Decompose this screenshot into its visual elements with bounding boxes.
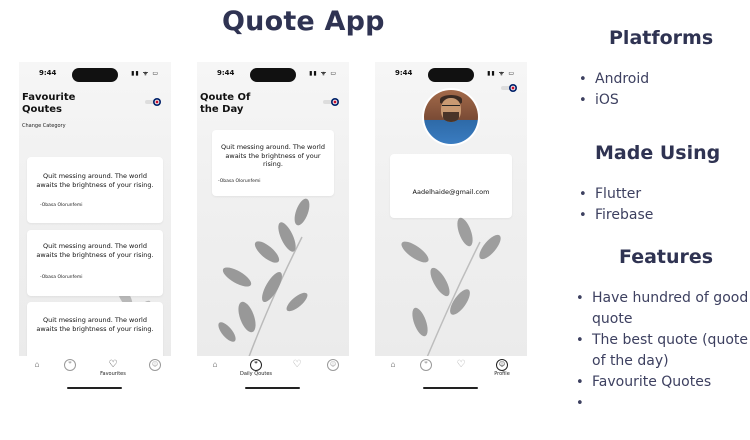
- status-time: 9:44: [395, 69, 413, 77]
- profile-icon[interactable]: ☺: [496, 359, 508, 371]
- quote-card[interactable]: Quit messing around. The world awaits th…: [27, 157, 163, 223]
- flag-icon: [331, 98, 339, 106]
- heart-icon[interactable]: ♡: [107, 359, 119, 371]
- dynamic-island: [428, 68, 474, 82]
- list-item: Android: [577, 69, 649, 90]
- plant-illustration: [218, 198, 310, 356]
- status-icons: ▮▮ ᯤ ▭: [487, 70, 515, 77]
- language-toggle[interactable]: [323, 98, 341, 106]
- status-bar: 9:44 ▮▮ ᯤ ▭: [197, 68, 349, 82]
- quote-icon[interactable]: ❞: [64, 359, 76, 371]
- heart-icon[interactable]: ♡: [455, 359, 467, 371]
- platforms-list: Android iOS: [577, 69, 649, 111]
- quote-of-day-card[interactable]: Quit messing around. The world awaits th…: [212, 130, 334, 196]
- change-category-link[interactable]: Change Category: [22, 123, 66, 129]
- quote-card[interactable]: Quit messing around. The world awaits th…: [27, 230, 163, 296]
- tab-label-favourites: Favourites: [100, 371, 126, 377]
- features-list: Have hundred of good quote The best quot…: [574, 288, 750, 414]
- heart-icon[interactable]: ♡: [291, 359, 303, 371]
- page-title: Qoute Of the Day: [200, 92, 250, 116]
- list-item: Favourite Quotes: [574, 372, 750, 393]
- quote-text: Quit messing around. The world awaits th…: [36, 316, 154, 333]
- quote-author: -Obasa Olorunfemi: [40, 203, 83, 208]
- home-indicator: [423, 387, 478, 389]
- home-indicator: [245, 387, 300, 389]
- status-bar: 9:44 ▮▮ ᯤ ▭: [375, 68, 527, 82]
- list-item: Flutter: [577, 184, 653, 205]
- quote-text: Quit messing around. The world awaits th…: [36, 172, 154, 189]
- quote-text: Quit messing around. The world awaits th…: [36, 242, 154, 259]
- avatar-glasses: [442, 105, 460, 109]
- page-title-line1: Qoute Of: [200, 92, 251, 103]
- tab-bar: ⌂ ❞ Daily Qoutes ♡ ☺: [197, 356, 349, 389]
- dynamic-island: [72, 68, 118, 82]
- status-time: 9:44: [217, 69, 235, 77]
- profile-icon[interactable]: ☺: [327, 359, 339, 371]
- quote-icon[interactable]: ❞: [250, 359, 262, 371]
- phone-screen-profile: 9:44 ▮▮ ᯤ ▭ Aadelhaide@gmail.com: [375, 62, 527, 356]
- page-title-line2: Qoutes: [22, 104, 63, 115]
- plant-illustration: [401, 217, 501, 356]
- page-title-line1: Favourite: [22, 92, 76, 103]
- home-icon[interactable]: ⌂: [209, 359, 221, 371]
- page-title-line2: the Day: [200, 104, 244, 115]
- feature-list-panel: Platforms Android iOS Made Using Flutter…: [560, 0, 750, 440]
- flag-icon: [509, 84, 517, 92]
- avatar[interactable]: [422, 88, 480, 146]
- list-item: Have hundred of good quote: [574, 288, 750, 330]
- tab-label-profile: Profile: [494, 371, 510, 377]
- quote-text: Quit messing around. The world awaits th…: [221, 143, 325, 168]
- status-time: 9:44: [39, 69, 57, 77]
- list-item: Firebase: [577, 205, 653, 226]
- platforms-heading: Platforms: [609, 27, 714, 49]
- app-title: Quote App: [222, 6, 385, 37]
- quote-icon[interactable]: ❞: [420, 359, 432, 371]
- tab-bar-container: ⌂ ❞ ♡ ☺ Profile: [375, 356, 527, 392]
- language-toggle[interactable]: [501, 84, 519, 92]
- made-using-list: Flutter Firebase: [577, 184, 653, 226]
- tab-bar-container: ⌂ ❞ Daily Qoutes ♡ ☺: [197, 356, 349, 392]
- status-icons: ▮▮ ᯤ ▭: [131, 70, 159, 77]
- phone-screen-daily: 9:44 ▮▮ ᯤ ▭ Qoute Of the Day Quit messin…: [197, 62, 349, 356]
- avatar-beard: [443, 112, 459, 122]
- status-icons: ▮▮ ᯤ ▭: [309, 70, 337, 77]
- list-item: The best quote (quote of the day): [574, 330, 750, 372]
- profile-card: Aadelhaide@gmail.com: [390, 154, 512, 218]
- dynamic-island: [250, 68, 296, 82]
- made-using-heading: Made Using: [595, 142, 721, 164]
- tab-label-daily: Daily Qoutes: [239, 371, 273, 377]
- features-heading: Features: [619, 246, 714, 268]
- quote-author: -Obasa Olorunfemi: [218, 178, 261, 184]
- tab-bar: ⌂ ❞ ♡ Favourites ☺: [19, 356, 171, 389]
- page-title: Favourite Qoutes: [22, 92, 75, 116]
- flag-icon: [153, 98, 161, 106]
- status-bar: 9:44 ▮▮ ᯤ ▭: [19, 68, 171, 82]
- home-icon[interactable]: ⌂: [31, 359, 43, 371]
- home-indicator: [67, 387, 122, 389]
- language-toggle[interactable]: [145, 98, 163, 106]
- quote-card[interactable]: Quit messing around. The world awaits th…: [27, 302, 163, 356]
- profile-email: Aadelhaide@gmail.com: [412, 188, 490, 196]
- tab-bar-container: ⌂ ❞ ♡ Favourites ☺: [19, 356, 171, 392]
- profile-icon[interactable]: ☺: [149, 359, 161, 371]
- tab-bar: ⌂ ❞ ♡ ☺ Profile: [375, 356, 527, 389]
- avatar-photo: [424, 90, 478, 144]
- home-icon[interactable]: ⌂: [387, 359, 399, 371]
- quote-author: -Obasa Olorunfemi: [40, 275, 83, 280]
- list-item: iOS: [577, 90, 649, 111]
- phone-screen-favourites: 9:44 ▮▮ ᯤ ▭ Favourite Qoutes Change Cate…: [19, 62, 171, 356]
